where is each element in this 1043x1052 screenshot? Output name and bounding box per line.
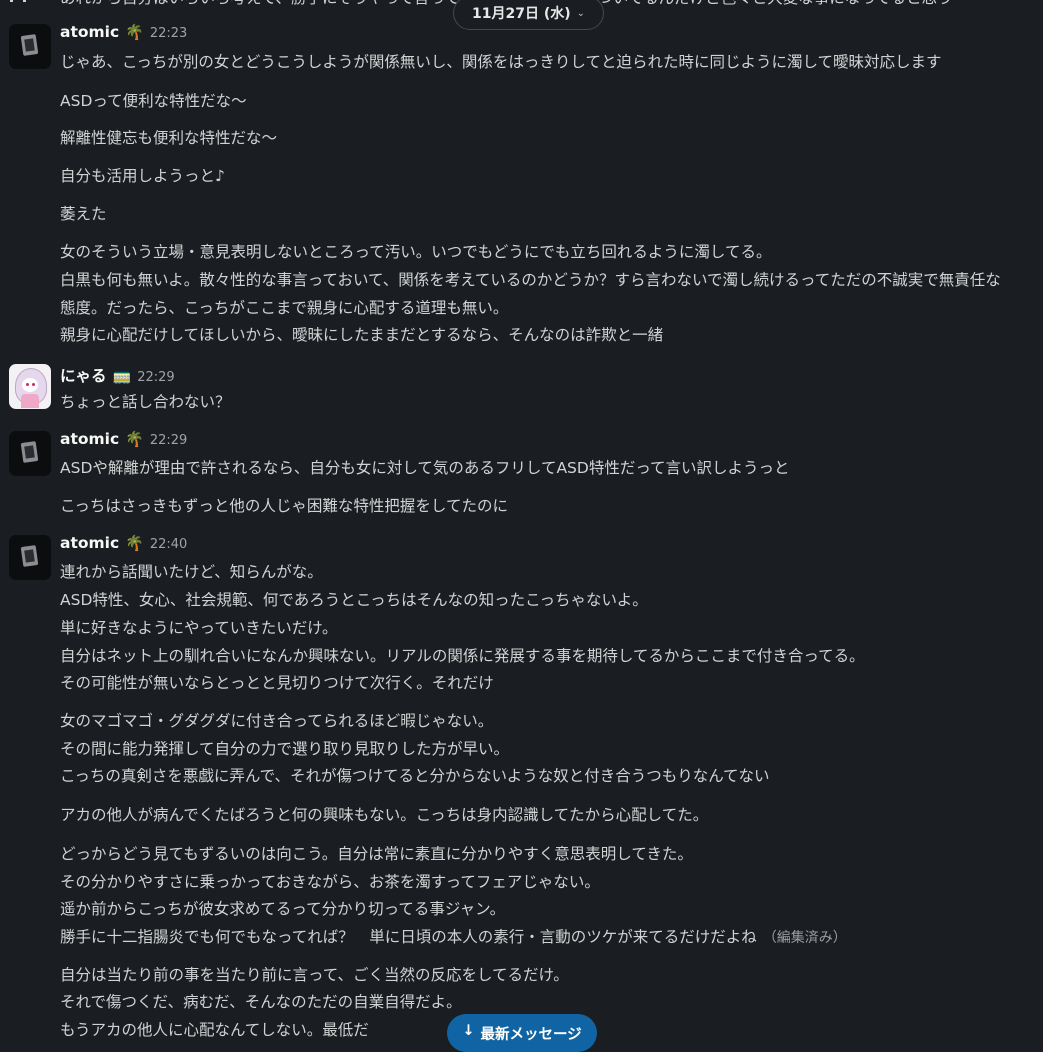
message-line: じゃあ、こっちが別の女とどうこうしようが関係無いし、関係をはっきりしてと迫られた… — [60, 53, 942, 71]
avatar[interactable] — [9, 431, 51, 476]
message-line: 自分はネット上の馴れ合いになんか興味ない。リアルの関係に発展する事を期待してるか… — [60, 647, 865, 665]
edited-label: （編集済み） — [762, 930, 847, 946]
date-divider[interactable]: 11月27日 (水) ⌄ — [453, 0, 605, 30]
message-line: 白黒も何も無いよ。散々性的な事言っておいて、関係を考えているのかどうか？すら言わ… — [60, 271, 1001, 289]
status-emoji-icon: 🌴 — [125, 430, 144, 448]
message-line: 親身に心配だけしてほしいから、曖昧にしたままだとするなら、そんなのは詐欺と一緒 — [60, 326, 664, 344]
message-text: 勝手に十二指腸炎でも何でもなってれば？ 単に日頃の本人の素行・言動のツケが来てる… — [60, 928, 757, 946]
message-line: 萎えた — [60, 205, 107, 223]
message-line: その可能性が無いならとっとと見切りつけて次行く。それだけ — [60, 674, 494, 692]
message-line: それで傷つくだ、病むだ、そんなのただの自業自得だよ。 — [60, 993, 462, 1011]
arrow-down-icon: ↓ — [462, 1023, 475, 1039]
message-line: 自分も活用しようっと♪ — [60, 167, 225, 185]
avatar-eye — [26, 383, 29, 386]
message-line: こっちはさっきもずっと他の人じゃ困難な特性把握をしてたのに — [60, 497, 508, 515]
message-header: にゃる 🚃 22:29 — [60, 364, 175, 386]
message-line: ASDって便利な特性だな〜 — [60, 92, 247, 110]
message-header: atomic 🌴 22:29 — [60, 430, 187, 448]
timestamp[interactable]: 22:29 — [150, 433, 187, 448]
message-line: ASDや解離が理由で許されるなら、自分も女に対して気のあるフリしてASD特性だっ… — [60, 459, 790, 477]
message-line: 遥か前からこっちが彼女求めてるって分かり切ってる事ジャン。 — [60, 900, 506, 918]
message-line: その間に能力発揮して自分の力で選り取り見取りした方が早い。 — [60, 740, 510, 758]
message-line-edited: 勝手に十二指腸炎でも何でもなってれば？ 単に日頃の本人の素行・言動のツケが来てる… — [60, 927, 847, 948]
author-name[interactable]: atomic — [60, 534, 119, 552]
status-emoji-icon: 🌴 — [125, 23, 144, 41]
message-line: ちょっと話し合わない？ — [60, 393, 231, 411]
jump-to-latest-label: 最新メッセージ — [480, 1027, 582, 1043]
status-emoji-icon: 🚃 — [112, 367, 132, 385]
date-label: 11月27日 (水) — [472, 6, 571, 22]
message-line: 女のそういう立場・意見表明しないところって汚い。いつでもどうにでも立ち回れるよう… — [60, 243, 772, 261]
timestamp[interactable]: 22:23 — [150, 26, 187, 41]
jump-to-latest-button[interactable]: ↓ 最新メッセージ — [447, 1014, 597, 1052]
message-line: ASD特性、女心、社会規範、何であろうとこっちはそんなの知ったこっちゃないよ。 — [60, 591, 648, 609]
message-header: atomic 🌴 22:40 — [60, 534, 187, 552]
message-line: 女のマゴマゴ・グダグダに付き合ってられるほど暇じゃない。 — [60, 712, 494, 730]
message-line: どっからどう見てもずるいのは向こう。自分は常に素直に分かりやすく意思表明してきた… — [60, 845, 693, 863]
message-line: 態度。だったら、こっちがここまで親身に心配する道理も無い。 — [60, 299, 509, 317]
avatar-eye — [32, 383, 35, 386]
avatar-dress — [21, 394, 39, 408]
avatar-edge — [10, 0, 26, 2]
author-name[interactable]: atomic — [60, 23, 119, 41]
message-line: アカの他人が病んでくたばろうと何の興味もない。こっちは身内認識してたから心配して… — [60, 806, 709, 824]
avatar[interactable] — [9, 24, 51, 69]
timestamp[interactable]: 22:40 — [150, 537, 187, 552]
avatar[interactable] — [9, 535, 51, 580]
message-line: もうアカの他人に心配なんてしない。最低だ — [60, 1021, 369, 1039]
avatar-face — [22, 378, 38, 392]
message-line: 解離性健忘も便利な特性だな〜 — [60, 129, 278, 147]
author-name[interactable]: にゃる — [60, 364, 107, 386]
message-line: こっちの真剣さを悪戯に弄んで、それが傷つけてると分からないような奴と付き合うつも… — [60, 767, 770, 785]
avatar[interactable] — [9, 364, 51, 409]
message-line: 単に好きなようにやっていきたいだけ。 — [60, 619, 338, 637]
message-line: その分かりやすさに乗っかっておきながら、お茶を濁すってフェアじゃない。 — [60, 873, 600, 891]
message-line: 自分は当たり前の事を当たり前に言って、ごく当然の反応をしてるだけ。 — [60, 966, 569, 984]
status-emoji-icon: 🌴 — [125, 534, 144, 552]
author-name[interactable]: atomic — [60, 430, 119, 448]
message-line: 連れから話聞いたけど、知らんがな。 — [60, 563, 323, 581]
timestamp[interactable]: 22:29 — [137, 370, 174, 385]
message-header: atomic 🌴 22:23 — [60, 23, 187, 41]
chevron-down-icon: ⌄ — [576, 7, 586, 19]
